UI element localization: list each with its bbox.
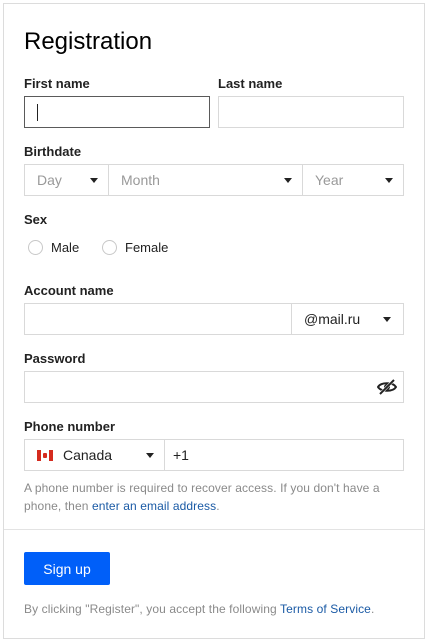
day-select[interactable]: Day	[25, 165, 109, 195]
password-input[interactable]	[24, 371, 404, 403]
sex-option-female[interactable]: Female	[102, 240, 168, 255]
password-label: Password	[24, 351, 86, 366]
first-name-input[interactable]	[24, 96, 210, 128]
phone-number-input[interactable]: +1	[165, 440, 403, 470]
sex-option-male[interactable]: Male	[28, 240, 79, 255]
chevron-down-icon	[146, 452, 154, 458]
last-name-label: Last name	[218, 76, 283, 91]
hide-password-icon[interactable]	[377, 378, 397, 396]
text-caret	[37, 103, 38, 121]
radio-button[interactable]	[102, 240, 117, 255]
chevron-down-icon	[284, 177, 292, 183]
phone-hint: A phone number is required to recover ac…	[24, 479, 409, 515]
canada-flag-icon	[37, 449, 53, 461]
country-select[interactable]: Canada	[25, 440, 165, 470]
phone-label: Phone number	[24, 419, 116, 434]
phone-prefix: +1	[173, 447, 189, 463]
domain-value: @mail.ru	[304, 311, 361, 327]
chevron-down-icon	[90, 177, 98, 183]
sex-label: Sex	[24, 212, 48, 227]
sex-option-label: Male	[51, 240, 80, 255]
sign-up-button[interactable]: Sign up	[24, 552, 110, 585]
month-placeholder: Month	[121, 172, 160, 188]
hint-end: .	[216, 499, 220, 513]
chevron-down-icon	[383, 316, 391, 322]
first-name-label: First name	[24, 76, 90, 91]
radio-button[interactable]	[28, 240, 43, 255]
page-title: Registration	[24, 28, 153, 55]
chevron-down-icon	[385, 177, 393, 183]
account-name-label: Account name	[24, 283, 114, 298]
month-select[interactable]: Month	[109, 165, 303, 195]
divider	[4, 529, 424, 530]
last-name-input[interactable]	[218, 96, 404, 128]
terms-link[interactable]: Terms of Service	[280, 602, 371, 616]
terms-notice: By clicking "Register", you accept the f…	[24, 602, 374, 616]
country-value: Canada	[63, 447, 113, 463]
birthdate-label: Birthdate	[24, 144, 82, 159]
registration-card: Registration First name Last name Birthd…	[3, 3, 425, 639]
domain-select[interactable]: @mail.ru	[291, 304, 403, 334]
account-name-input[interactable]: @mail.ru	[24, 303, 404, 335]
phone-field: Canada +1	[24, 439, 404, 471]
email-link[interactable]: enter an email address	[92, 499, 216, 513]
terms-end: .	[370, 602, 375, 616]
terms-text: By clicking "Register", you accept the f…	[24, 602, 280, 616]
year-select[interactable]: Year	[303, 165, 403, 195]
birthdate-selects: Day Month Year	[24, 164, 404, 196]
day-placeholder: Day	[37, 172, 62, 188]
year-placeholder: Year	[315, 172, 344, 188]
sex-option-label: Female	[125, 240, 169, 255]
